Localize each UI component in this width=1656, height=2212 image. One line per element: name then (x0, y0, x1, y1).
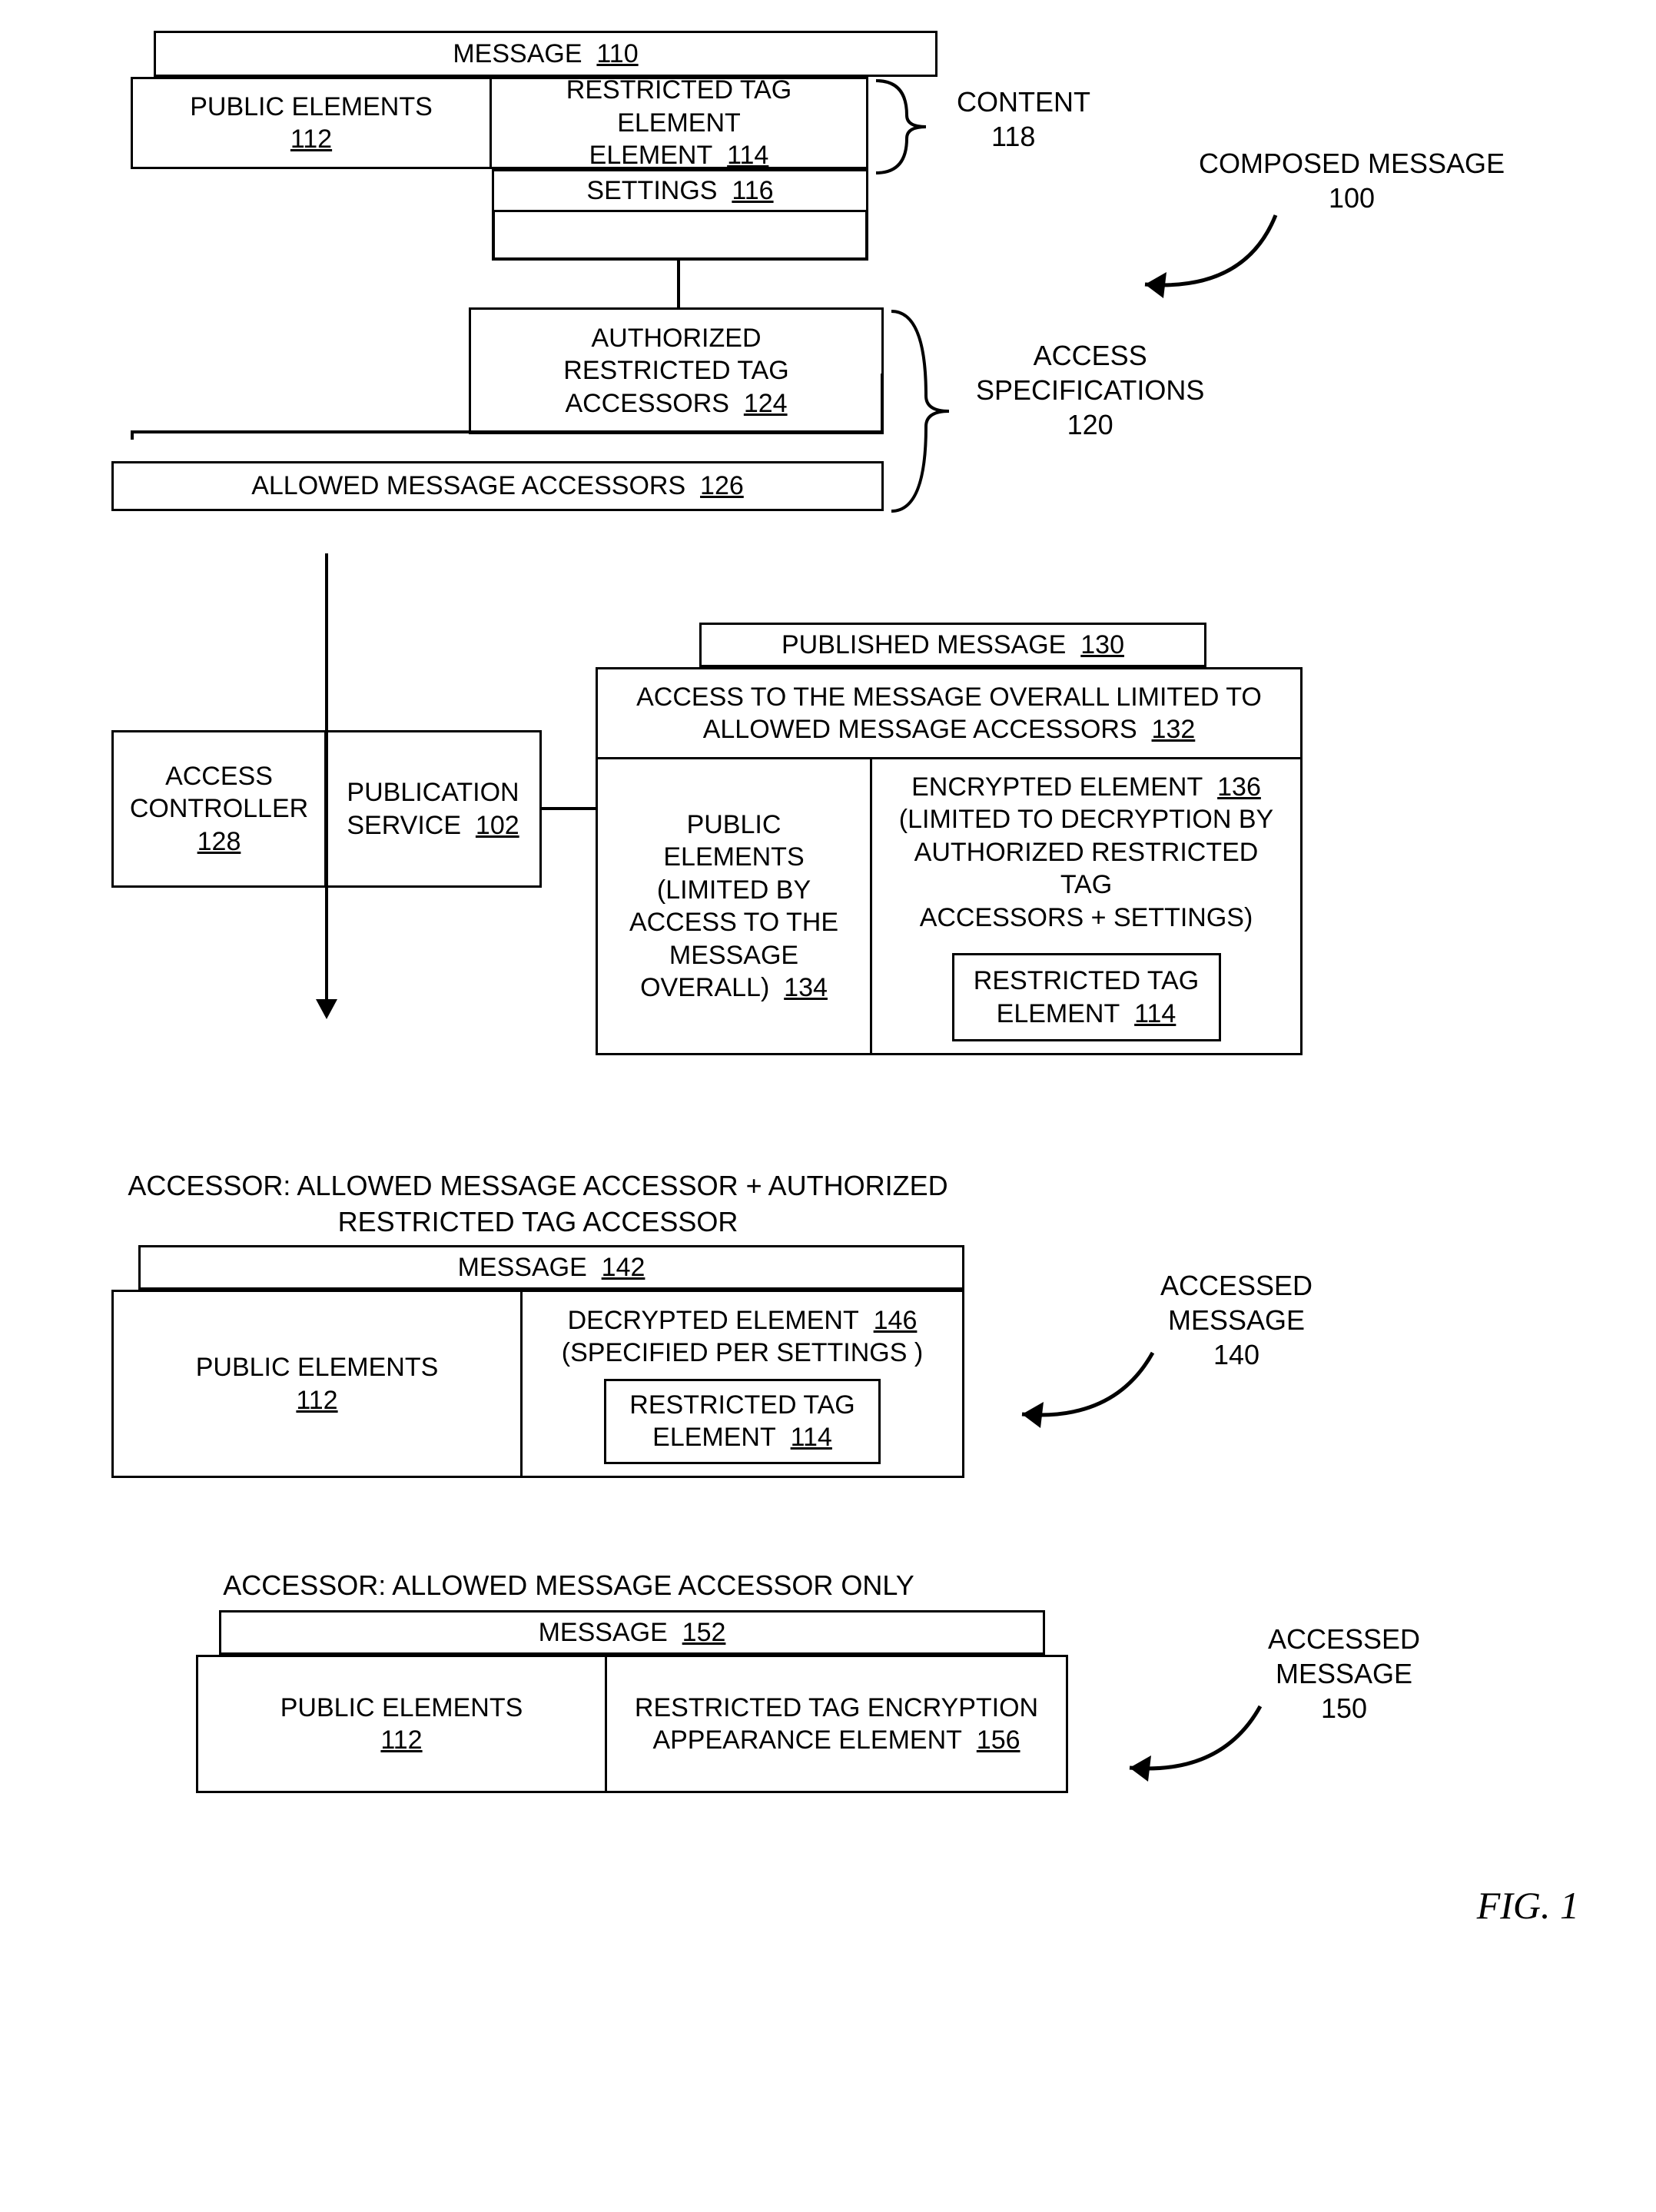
accessed-message-140-label: ACCESSEDMESSAGE140 (1160, 1268, 1313, 1372)
label2: ELEMENT (589, 141, 713, 170)
label: MESSAGE 110 (453, 38, 638, 71)
published-message-130: PUBLISHED MESSAGE 130 (699, 623, 1206, 667)
restricted-tag-element-114-a1: RESTRICTED TAG ELEMENT 114 (604, 1379, 881, 1464)
restricted-tag-element-114: RESTRICTED TAG ELEMENT ELEMENT 114 (492, 77, 868, 169)
restricted-tag-element-114-pub: RESTRICTED TAG ELEMENT 114 (952, 953, 1221, 1041)
public-elements-112-a2: PUBLIC ELEMENTS 112 (196, 1655, 607, 1793)
public-elements-134: PUBLICELEMENTS(LIMITED BYACCESS TO THEME… (596, 759, 872, 1055)
composed-message-100-label: COMPOSED MESSAGE100 (1199, 146, 1505, 215)
access-spec-120-label: ACCESSSPECIFICATIONS120 (976, 338, 1204, 442)
authorized-accessors-124: AUTHORIZED RESTRICTED TAG ACCESSORS 124 (469, 307, 884, 434)
accessed-message-150-label: ACCESSEDMESSAGE150 (1268, 1622, 1420, 1725)
message-110: MESSAGE 110 (154, 31, 938, 77)
public-elements-112-a1: PUBLIC ELEMENTS 112 (111, 1290, 523, 1478)
encrypted-element-136: ENCRYPTED ELEMENT 136 (LIMITED TO DECRYP… (872, 759, 1303, 1055)
publication-service-102: PUBLICATIONSERVICE 102 (327, 730, 542, 888)
encryption-appearance-156: RESTRICTED TAG ENCRYPTION APPEARANCE ELE… (607, 1655, 1068, 1793)
figure-label: FIG. 1 (31, 1883, 1579, 1928)
access-controller-128: ACCESSCONTROLLER128 (111, 730, 327, 888)
message-142: MESSAGE 142 (138, 1245, 964, 1290)
accessor-header-1: ACCESSOR: ALLOWED MESSAGE ACCESSOR + AUT… (77, 1168, 999, 1241)
public-elements-112: PUBLIC ELEMENTS 112 (131, 77, 492, 169)
content-118-label: CONTENT118 (957, 85, 1090, 154)
message-152: MESSAGE 152 (219, 1610, 1045, 1655)
decrypted-element-146: DECRYPTED ELEMENT 146 (SPECIFIED PER SET… (523, 1290, 964, 1478)
accessor-header-2: ACCESSOR: ALLOWED MESSAGE ACCESSOR ONLY (223, 1568, 914, 1604)
settings-116: SETTINGS 116 (492, 169, 868, 212)
overall-access-132: ACCESS TO THE MESSAGE OVERALL LIMITED TO… (596, 667, 1303, 759)
allowed-accessors-126: ALLOWED MESSAGE ACCESSORS 126 (111, 461, 884, 511)
